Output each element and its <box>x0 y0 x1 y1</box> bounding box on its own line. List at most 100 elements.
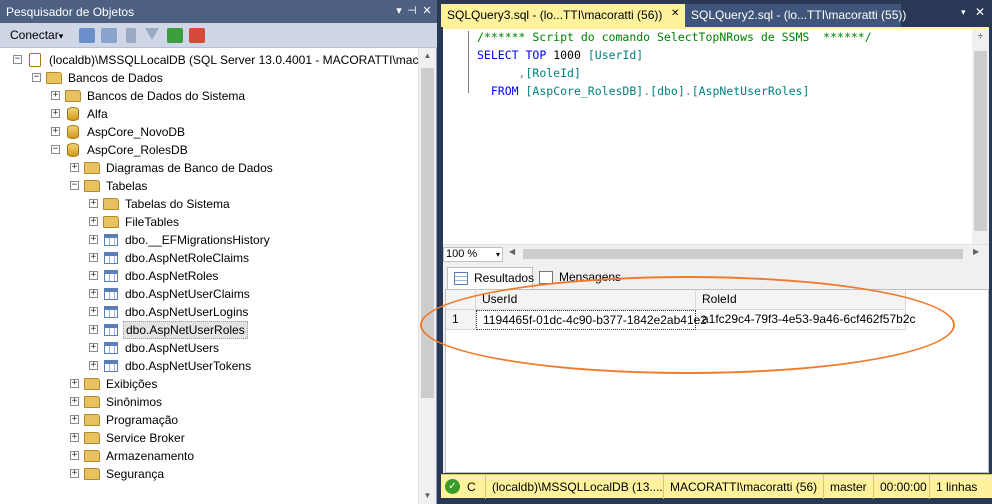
status-elapsed: 00:00:00 <box>873 475 929 499</box>
folder-icon <box>46 72 62 84</box>
column-header-userid[interactable]: UserId <box>476 290 696 310</box>
close-icon[interactable]: ✕ <box>420 4 434 18</box>
expand-icon[interactable]: + <box>51 109 60 118</box>
expand-icon[interactable]: + <box>89 271 98 280</box>
tree-node-label: dbo.AspNetUserLogins <box>125 305 249 319</box>
zoom-select[interactable]: 100 % ▾ <box>443 247 503 262</box>
expand-icon[interactable]: + <box>89 253 98 262</box>
expand-icon[interactable]: + <box>89 307 98 316</box>
status-user: MACORATTI\macoratti (56) <box>663 475 823 499</box>
folder-icon <box>65 90 81 102</box>
horizontal-scrollbar-thumb[interactable] <box>523 249 963 259</box>
expand-icon[interactable]: + <box>89 289 98 298</box>
tree-node-label: dbo.__EFMigrationsHistory <box>125 233 270 247</box>
refresh-icon[interactable] <box>167 28 183 43</box>
tab-mensagens[interactable]: Mensagens <box>533 267 621 289</box>
panel-dropdown-button[interactable]: ▾ <box>392 4 406 18</box>
object-explorer-toolbar: Conectar▾ <box>0 23 437 48</box>
tab-sqlquery3[interactable]: SQLQuery3.sql - (lo...TTI\macoratti (56)… <box>441 4 685 27</box>
collapse-icon[interactable]: − <box>13 55 22 64</box>
tab-list-dropdown-icon[interactable]: ▾ <box>961 7 966 18</box>
tree-node-label: Diagramas de Banco de Dados <box>106 161 273 175</box>
expand-icon[interactable]: + <box>70 469 79 478</box>
grid-corner[interactable] <box>446 290 476 310</box>
database-icon <box>67 107 79 121</box>
folder-icon <box>103 198 119 210</box>
query-editor[interactable]: /****** Script do comando SelectTopNRows… <box>443 27 989 246</box>
stop-icon[interactable] <box>126 28 136 43</box>
code-line-2[interactable]: SELECT TOP 1000 [UserId] <box>477 46 643 64</box>
expand-icon[interactable]: + <box>70 379 79 388</box>
expand-icon[interactable]: + <box>70 451 79 460</box>
success-icon: ✓ <box>445 479 460 494</box>
tree-node-label: Service Broker <box>106 431 185 445</box>
table-icon <box>104 360 118 372</box>
tab-resultados[interactable]: Resultados <box>447 267 534 289</box>
tree-node-label: Bancos de Dados do Sistema <box>87 89 246 103</box>
document-tab-strip: SQLQuery3.sql - (lo...TTI\macoratti (56)… <box>441 4 992 27</box>
pin-icon[interactable]: ⊣ <box>405 4 419 18</box>
expand-icon[interactable]: + <box>89 199 98 208</box>
cell-userid[interactable]: 1194465f-01dc-4c90-b377-1842e2ab41e2 <box>476 310 707 330</box>
table-icon <box>104 342 118 354</box>
connect-button[interactable]: Conectar▾ <box>10 28 63 42</box>
tree-node-label: FileTables <box>125 215 180 229</box>
expand-icon[interactable]: + <box>70 433 79 442</box>
object-explorer-tree: − (localdb)\MSSQLLocalDB (SQL Server 13.0… <box>0 48 418 504</box>
database-icon <box>67 125 79 139</box>
code-line-4[interactable]: FROM [AspCore_RolesDB].[dbo].[AspNetUser… <box>477 82 810 100</box>
tab-close-icon[interactable]: ✕ <box>671 8 679 19</box>
expand-icon[interactable]: + <box>89 343 98 352</box>
expand-icon[interactable]: + <box>70 415 79 424</box>
splitter-icon[interactable]: ÷ <box>974 31 987 45</box>
results-tab-strip: Resultados Mensagens <box>443 267 989 289</box>
object-explorer-scrollbar[interactable]: ▲ ▼ <box>418 48 436 504</box>
expand-icon[interactable]: + <box>51 127 60 136</box>
expand-icon[interactable]: + <box>89 235 98 244</box>
table-icon <box>104 306 118 318</box>
table-icon <box>104 270 118 282</box>
tree-node-label: dbo.AspNetRoles <box>125 269 219 283</box>
table-icon <box>104 234 118 246</box>
activity-monitor-icon[interactable] <box>189 28 205 43</box>
scrollbar-thumb[interactable] <box>421 68 434 398</box>
column-header-roleid[interactable]: RoleId <box>696 290 906 310</box>
editor-scrollbar[interactable]: ÷ <box>972 29 989 244</box>
status-server: (localdb)\MSSQLLocalDB (13.... <box>485 475 663 499</box>
close-document-icon[interactable]: ✕ <box>975 5 985 19</box>
code-line-3[interactable]: ,[RoleId] <box>477 64 581 82</box>
tab-sqlquery2[interactable]: SQLQuery2.sql - (lo...TTI\macoratti (55)… <box>685 4 906 27</box>
collapse-icon[interactable]: − <box>70 181 79 190</box>
expand-icon[interactable]: + <box>51 91 60 100</box>
scroll-up-icon[interactable]: ▲ <box>419 48 436 64</box>
scroll-down-icon[interactable]: ▼ <box>419 488 436 504</box>
tree-node-label: Tabelas do Sistema <box>125 197 230 211</box>
tree-node-label: Exibições <box>106 377 158 391</box>
editor-scrollbar-thumb[interactable] <box>974 51 987 231</box>
scroll-right-icon[interactable]: ▶ <box>973 247 979 256</box>
expand-icon[interactable]: + <box>89 361 98 370</box>
tree-node-label: dbo.AspNetRoleClaims <box>125 251 250 265</box>
code-line-1[interactable]: /****** Script do comando SelectTopNRows… <box>477 28 872 46</box>
expand-icon[interactable]: + <box>89 217 98 226</box>
collapse-icon[interactable]: − <box>51 145 60 154</box>
tree-node-label: Segurança <box>106 467 165 481</box>
tree-node-label: Alfa <box>87 107 108 121</box>
status-database: master <box>823 475 873 499</box>
server-icon <box>29 53 41 67</box>
expand-icon[interactable]: + <box>89 325 98 334</box>
folder-icon <box>84 450 100 462</box>
status-bar: ✓ C (localdb)\MSSQLLocalDB (13.... MACOR… <box>441 474 992 499</box>
filter-icon[interactable] <box>145 28 159 40</box>
folder-icon <box>103 216 119 228</box>
connect-object-explorer-icon[interactable] <box>79 28 95 43</box>
scroll-left-icon[interactable]: ◀ <box>509 247 515 256</box>
expand-icon[interactable]: + <box>70 163 79 172</box>
row-number[interactable]: 1 <box>446 310 476 330</box>
collapse-icon[interactable]: − <box>32 73 41 82</box>
folder-icon <box>84 432 100 444</box>
cell-roleid[interactable]: a1fc29c4-79f3-4e53-9a46-6cf462f57b2c <box>696 310 916 330</box>
expand-icon[interactable]: + <box>70 397 79 406</box>
tree-node-label: dbo.AspNetUsers <box>125 341 220 355</box>
disconnect-icon[interactable] <box>101 28 117 43</box>
